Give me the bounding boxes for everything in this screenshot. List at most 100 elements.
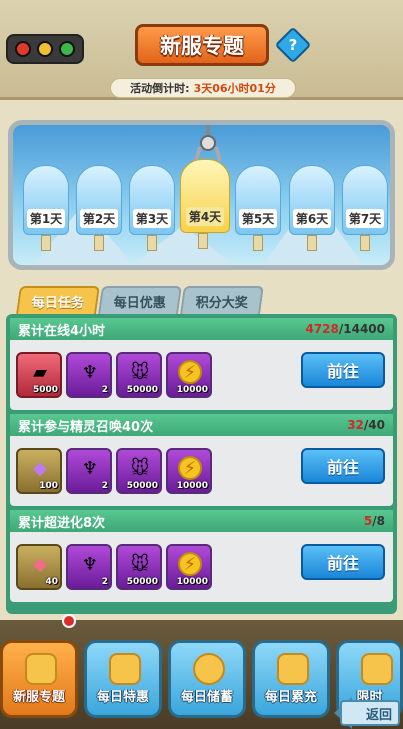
gift-box-icon [25,653,57,685]
popsicle-stick [307,235,317,251]
task-title: 累计参与精灵召唤40次 [18,419,154,435]
progress-total: /40 [363,418,385,432]
progress-current: 5 [363,514,373,528]
day-label: 第7天 [345,209,385,228]
day-7[interactable]: 第7天 [342,165,388,251]
yellow-light-icon [37,41,53,57]
green-light-icon [59,41,75,57]
tab-daily-deals[interactable]: 每日优惠 [98,286,182,314]
reward-qty: 2 [101,385,108,395]
header-bar: 新服专题 ? 活动倒计时: 3天06小时01分 [0,0,403,100]
popsicle-stick [147,235,157,251]
reward-qty: 10000 [176,385,208,395]
popsicle-stick [198,233,208,249]
day-label: 第1天 [26,209,66,228]
task-title: 累计在线4小时 [18,323,106,339]
goto-button[interactable]: 前往 [301,352,385,388]
day-label: 第6天 [292,209,332,228]
reward-qty: 50000 [126,385,158,395]
day-label: 第4天 [185,207,225,226]
card-glyph: ▰ [33,361,47,383]
day-5[interactable]: 第5天 [235,165,281,251]
piggy-bank-icon [193,653,225,685]
task-rewards: ◆ 100 ♆ 2 🐭 50000 ⚡ 10000 前往 [10,436,393,506]
red-gem-icon[interactable]: ◆ 40 [16,544,62,590]
mouse-pet-icon[interactable]: 🐭 50000 [116,352,162,398]
nav-label: 新服专题 [12,690,65,705]
nav-label: 每日特惠 [96,690,149,705]
countdown-timer: 活动倒计时: 3天06小时01分 [110,78,296,98]
task-item: 累计超进化8次 5/8 ◆ 40 ♆ 2 🐭 50000 ⚡ 10000 前往 [10,510,393,602]
nav-daily-recharge[interactable]: 每日累充 [252,640,330,718]
tab-label: 每日任务 [31,295,84,311]
reward-qty: 2 [101,481,108,491]
tab-label: 每日优惠 [113,295,166,311]
task-header: 累计在线4小时 4728/14400 [10,318,393,340]
day-3[interactable]: 第3天 [129,165,175,251]
main-panel: 第1天 第2天 第3天 第4天 第5天 第6天 第7天 每日任务 每日优惠 积分… [0,100,403,630]
progress-total: /8 [372,514,385,528]
mouse-pet-icon[interactable]: 🐭 50000 [116,544,162,590]
gift-box-icon [277,653,309,685]
task-item: 累计在线4小时 4728/14400 ▰ 5000 ♆ 2 🐭 50000 ⚡ [10,318,393,410]
notification-dot [62,614,76,628]
badge-glyph: ♆ [81,553,99,575]
progress-current: 4728 [305,322,339,336]
nav-daily-savings[interactable]: 每日储蓄 [168,640,246,718]
trophy-badge-icon[interactable]: ♆ 2 [66,544,112,590]
popsicle-stick [253,235,263,251]
day-label: 第2天 [79,209,119,228]
task-title: 累计超进化8次 [18,515,106,531]
progress-total: /14400 [338,322,385,336]
question-icon: ? [288,36,298,54]
gift-box-icon [361,653,393,685]
goto-button[interactable]: 前往 [301,544,385,580]
mouse-pet-icon[interactable]: 🐭 50000 [116,448,162,494]
gold-coin-icon[interactable]: ⚡ 10000 [166,544,212,590]
reward-qty: 5000 [32,385,58,395]
gold-coin-icon[interactable]: ⚡ 10000 [166,448,212,494]
popsicle-stick [94,235,104,251]
task-rewards: ◆ 40 ♆ 2 🐭 50000 ⚡ 10000 前往 [10,532,393,602]
day-6[interactable]: 第6天 [289,165,335,251]
task-list[interactable]: 累计在线4小时 4728/14400 ▰ 5000 ♆ 2 🐭 50000 ⚡ [6,314,397,614]
day-label: 第5天 [238,209,278,228]
reward-qty: 2 [101,577,108,587]
reward-qty: 50000 [126,577,158,587]
pet-glyph: 🐭 [130,553,150,575]
trophy-badge-icon[interactable]: ♆ 2 [66,448,112,494]
day-4[interactable]: 第4天 [180,159,230,249]
gold-coin-icon[interactable]: ⚡ 10000 [166,352,212,398]
goto-button[interactable]: 前往 [301,448,385,484]
coin-glyph: ⚡ [178,360,202,384]
red-card-icon[interactable]: ▰ 5000 [16,352,62,398]
day-1[interactable]: 第1天 [23,165,69,251]
progress-current: 32 [347,418,364,432]
day-2[interactable]: 第2天 [76,165,122,251]
crystal-glyph: ◆ [33,457,47,479]
task-progress: 32/40 [347,418,385,432]
tab-daily-tasks[interactable]: 每日任务 [16,286,100,314]
help-button[interactable]: ? [274,26,312,64]
nav-daily-deals[interactable]: 每日特惠 [84,640,162,718]
popsicle-stick [360,235,370,251]
reward-qty: 40 [45,577,58,587]
task-rewards: ▰ 5000 ♆ 2 🐭 50000 ⚡ 10000 前往 [10,340,393,410]
trophy-badge-icon[interactable]: ♆ 2 [66,352,112,398]
tab-label: 积分大奖 [195,295,248,311]
tab-points-prize[interactable]: 积分大奖 [180,286,265,314]
purple-crystal-icon[interactable]: ◆ 100 [16,448,62,494]
day-popsicles: 第1天 第2天 第3天 第4天 第5天 第6天 第7天 [17,159,390,265]
countdown-label: 活动倒计时: [130,82,190,95]
pet-glyph: 🐭 [130,457,150,479]
back-button[interactable]: 返回 [340,700,400,726]
task-header: 累计参与精灵召唤40次 32/40 [10,414,393,436]
reward-qty: 10000 [176,577,208,587]
task-progress: 4728/14400 [305,322,385,336]
nav-label: 每日累充 [264,690,317,705]
gift-box-icon [109,653,141,685]
nav-new-server[interactable]: 新服专题 [0,640,78,718]
red-light-icon [15,41,31,57]
task-header: 累计超进化8次 5/8 [10,510,393,532]
task-item: 累计参与精灵召唤40次 32/40 ◆ 100 ♆ 2 🐭 50000 ⚡ 10… [10,414,393,506]
